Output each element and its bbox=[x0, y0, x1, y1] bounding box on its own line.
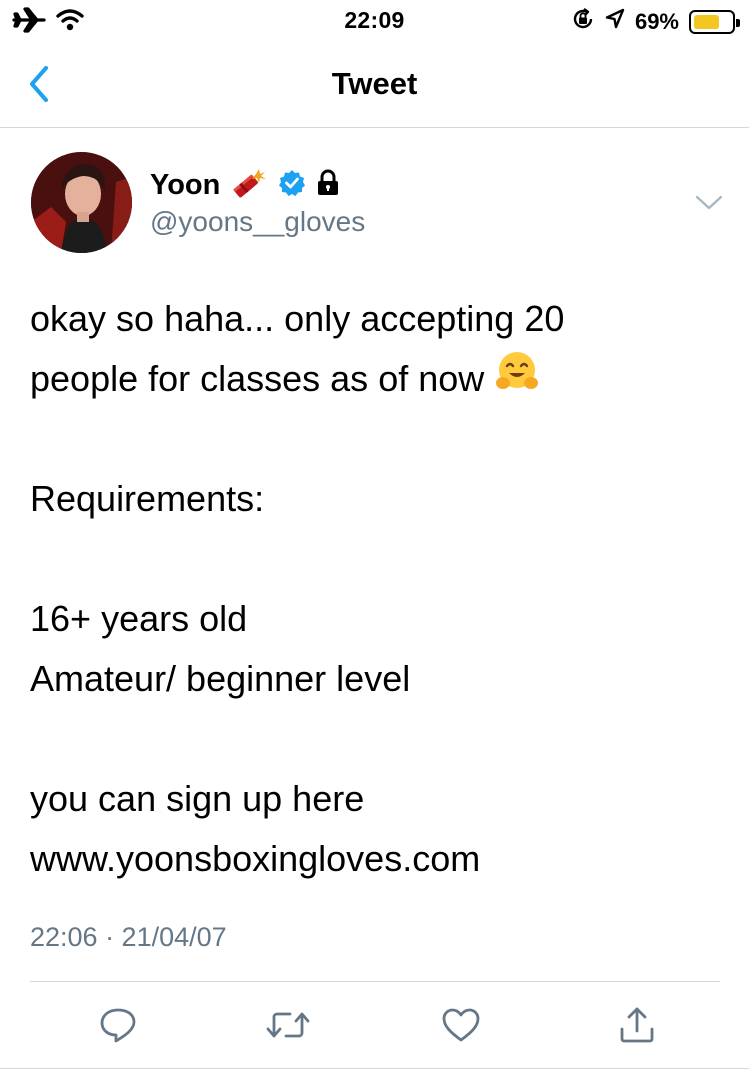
status-right: 69% bbox=[571, 7, 740, 36]
status-bar: 22:09 69% bbox=[0, 0, 749, 40]
location-icon bbox=[605, 8, 625, 35]
lock-icon bbox=[316, 169, 340, 202]
tweet-line: 16+ years old bbox=[30, 598, 248, 639]
reply-button[interactable] bbox=[95, 1002, 141, 1048]
chevron-down-icon bbox=[695, 195, 723, 210]
tweet-line: people for classes as of now bbox=[30, 349, 720, 409]
orientation-lock-icon bbox=[571, 7, 595, 36]
battery-tip bbox=[736, 18, 740, 27]
tweet-line: you can sign up here bbox=[30, 778, 365, 819]
name-row: Yoon bbox=[150, 166, 365, 204]
tweet-line: okay so haha... only accepting 20 bbox=[30, 298, 565, 339]
tweet-line: Amateur/ beginner level bbox=[30, 658, 411, 699]
firecracker-emoji bbox=[230, 166, 268, 205]
tweet-timestamp: 22:06 · 21/04/07 bbox=[30, 922, 227, 952]
avatar[interactable] bbox=[31, 152, 132, 253]
reply-icon bbox=[100, 1008, 136, 1043]
hugging-face-emoji bbox=[494, 350, 540, 412]
tweet-line-text: people for classes as of now bbox=[30, 358, 485, 399]
display-name: Yoon bbox=[150, 168, 221, 201]
author-info[interactable]: Yoon @yoons__gloves bbox=[150, 166, 365, 238]
avatar-image bbox=[31, 152, 132, 253]
tweet-detail-screen: 22:09 69% Tweet Yoon @yoons__gloves okay… bbox=[0, 0, 749, 1071]
retweet-button[interactable] bbox=[265, 1002, 311, 1048]
tweet-line bbox=[30, 409, 720, 469]
user-handle: @yoons__gloves bbox=[150, 206, 366, 237]
navigation-bar: Tweet bbox=[0, 44, 749, 128]
tweet-line bbox=[30, 529, 720, 589]
retweet-icon bbox=[266, 1012, 310, 1038]
battery-level-fill bbox=[694, 14, 719, 29]
bottom-divider bbox=[0, 1068, 749, 1069]
verified-badge-icon bbox=[278, 169, 306, 202]
heart-icon bbox=[442, 1008, 480, 1042]
more-options-button[interactable] bbox=[692, 190, 726, 216]
tweet-line bbox=[30, 709, 720, 769]
tweet-line: Requirements: bbox=[30, 478, 265, 519]
like-button[interactable] bbox=[438, 1002, 484, 1048]
share-icon bbox=[620, 1007, 654, 1043]
page-title: Tweet bbox=[331, 66, 418, 101]
share-button[interactable] bbox=[614, 1002, 660, 1048]
divider bbox=[30, 981, 720, 982]
battery-icon bbox=[689, 9, 740, 34]
tweet-text: okay so haha... only accepting 20 people… bbox=[30, 289, 720, 889]
battery-percent: 69% bbox=[634, 8, 679, 34]
tweet-link[interactable]: www.yoonsboxingloves.com bbox=[30, 829, 720, 889]
